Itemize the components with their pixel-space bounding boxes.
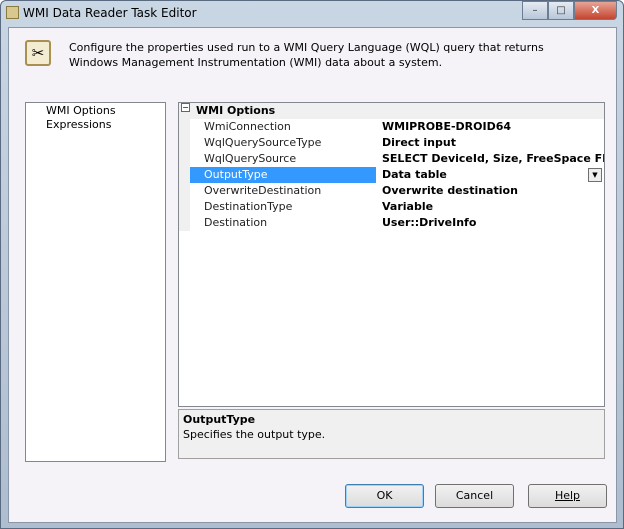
property-name: WqlQuerySource	[179, 151, 376, 167]
property-row[interactable]: Destination User::DriveInfo	[179, 215, 604, 231]
minimize-button[interactable]: –	[522, 1, 548, 20]
dropdown-arrow-icon[interactable]: ▼	[588, 168, 602, 182]
property-grid: − WMI Options WmiConnection WMIPROBE-DROID…	[178, 102, 605, 407]
property-row[interactable]: WqlQuerySource SELECT DeviceId, Size, Fre…	[179, 151, 604, 167]
dialog-window: WMI Data Reader Task Editor – □ X ✂ Conf…	[0, 0, 624, 529]
property-name: Destination	[179, 215, 376, 231]
property-value[interactable]: Variable	[376, 199, 604, 215]
app-icon	[6, 6, 19, 19]
maximize-button[interactable]: □	[548, 1, 574, 20]
property-value[interactable]: Direct input	[376, 135, 604, 151]
property-name: WqlQuerySourceType	[179, 135, 376, 151]
category-wmi-options[interactable]: − WMI Options	[179, 103, 604, 119]
property-value[interactable]: SELECT DeviceId, Size, FreeSpace FROM Wi…	[376, 151, 604, 167]
sidebar-item-expressions[interactable]: Expressions	[26, 117, 165, 131]
cancel-button[interactable]: Cancel	[435, 484, 514, 508]
sidebar-item-wmi-options[interactable]: WMI Options	[26, 103, 165, 117]
property-value[interactable]: WMIPROBE-DROID64	[376, 119, 604, 135]
property-row[interactable]: WqlQuerySourceType Direct input	[179, 135, 604, 151]
description-title: OutputType	[183, 413, 256, 426]
property-name: WmiConnection	[179, 119, 376, 135]
window-title: WMI Data Reader Task Editor	[23, 6, 197, 20]
task-tools-icon: ✂	[25, 40, 51, 66]
help-button[interactable]: Help	[528, 484, 607, 508]
category-label: WMI Options	[196, 104, 276, 117]
property-value[interactable]: Data table ▼	[376, 167, 604, 183]
property-value[interactable]: User::DriveInfo	[376, 215, 604, 231]
ok-button[interactable]: OK	[345, 484, 424, 508]
close-button[interactable]: X	[574, 1, 617, 20]
dialog-client: ✂ Configure the properties used run to a…	[8, 27, 617, 523]
property-name: DestinationType	[179, 199, 376, 215]
property-description-panel: OutputType Specifies the output type.	[178, 409, 605, 459]
collapse-icon[interactable]: −	[181, 103, 190, 112]
property-row[interactable]: DestinationType Variable	[179, 199, 604, 215]
property-row-selected[interactable]: OutputType Data table ▼	[179, 167, 604, 183]
property-row[interactable]: WmiConnection WMIPROBE-DROID64	[179, 119, 604, 135]
options-list: WMI Options Expressions	[25, 102, 166, 462]
description-text: Specifies the output type.	[183, 428, 326, 441]
property-name: OverwriteDestination	[179, 183, 376, 199]
header-description: Configure the properties used run to a W…	[69, 41, 544, 69]
property-name: OutputType	[179, 167, 376, 183]
property-value[interactable]: Overwrite destination	[376, 183, 604, 199]
value-text: Data table	[382, 168, 447, 181]
property-row[interactable]: OverwriteDestination Overwrite destinatio…	[179, 183, 604, 199]
